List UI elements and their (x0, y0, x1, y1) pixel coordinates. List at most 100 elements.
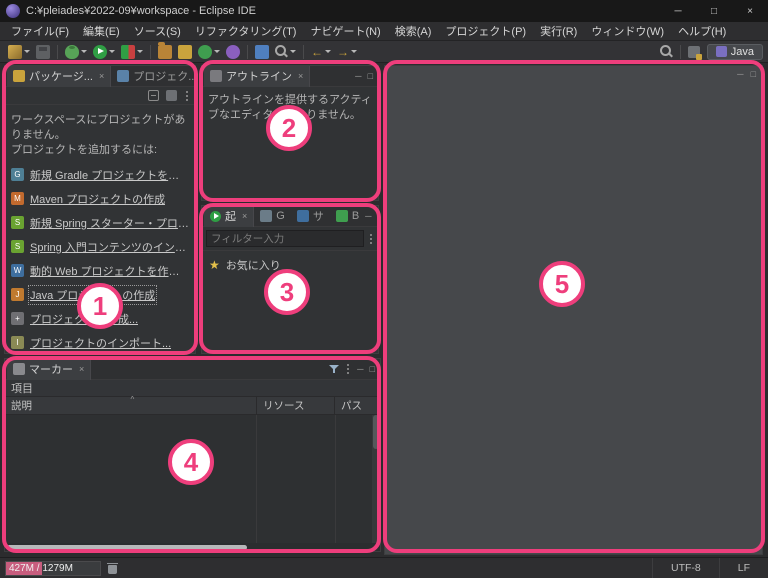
tab-markers[interactable]: マーカー × (7, 359, 91, 380)
menu-item-help[interactable]: ヘルプ(H) (671, 23, 733, 39)
filter-input[interactable] (206, 230, 364, 247)
quick-search-button[interactable] (658, 43, 675, 61)
favorites-item[interactable]: ★ お気に入り (202, 251, 378, 279)
back-history-button[interactable]: ← (309, 43, 333, 61)
tab-gradle-tasks[interactable]: G (254, 206, 291, 227)
menu-item-run[interactable]: 実行(R) (533, 23, 584, 39)
toolbar-right-group: Java (657, 43, 763, 61)
maximize-view-icon[interactable]: □ (378, 211, 379, 221)
menu-item-file[interactable]: ファイル(F) (4, 23, 76, 39)
markers-icon (13, 363, 25, 375)
vertical-scrollbar[interactable] (372, 415, 380, 543)
open-perspective-button[interactable] (686, 43, 702, 61)
menu-item-navigate[interactable]: ナビゲート(N) (303, 23, 387, 39)
eclipse-logo-icon (6, 4, 20, 18)
menu-item-window[interactable]: ウィンドウ(W) (584, 23, 671, 39)
dropdown-arrow-icon (290, 50, 296, 53)
empty-message-line2: プロジェクトを追加するには: (11, 143, 189, 158)
new-package-button[interactable] (176, 43, 194, 61)
outline-empty-message: アウトラインを提供するアクティブなエディターがありません。 (202, 87, 378, 130)
column-description[interactable]: 説明 ^ (5, 397, 257, 414)
maximize-window-button[interactable]: □ (696, 0, 732, 22)
search-icon (660, 45, 673, 58)
open-type-button[interactable] (253, 43, 271, 61)
link-new-gradle-project[interactable]: G 新規 Gradle プロジェクトを作成します (11, 167, 189, 183)
close-tab-icon[interactable]: × (298, 71, 303, 81)
new-wizard-button[interactable] (6, 43, 32, 61)
minimize-view-icon[interactable]: ─ (357, 364, 363, 374)
tab-boot-dashboard[interactable]: B (330, 206, 365, 227)
run-garbage-collector-button[interactable] (105, 561, 119, 576)
link-import-spring-getting-started[interactable]: S Spring 入門コンテンツのインポート (11, 239, 189, 255)
close-tab-icon[interactable]: × (242, 211, 247, 221)
minimize-view-icon[interactable]: ─ (355, 71, 361, 81)
horizontal-scrollbar[interactable] (5, 543, 380, 551)
minimize-window-button[interactable]: ─ (660, 0, 696, 22)
package-explorer-body: ワークスペースにプロジェクトがありません。 プロジェクトを追加するには: G 新… (5, 105, 195, 353)
tab-label: G (276, 210, 285, 222)
toolbar-separator (680, 45, 681, 59)
heap-used: 427M (9, 563, 34, 574)
dropdown-arrow-icon (351, 50, 357, 53)
java-perspective-button[interactable]: Java (707, 44, 763, 60)
link-create-project[interactable]: + プロジェクトの作成... (11, 311, 189, 327)
filter-funnel-icon[interactable] (329, 364, 339, 374)
maximize-view-icon[interactable]: □ (370, 364, 375, 374)
save-button[interactable] (34, 43, 52, 61)
run-play-icon (93, 45, 107, 59)
link-create-java-project[interactable]: J Java プロジェクトの作成 (11, 287, 189, 303)
close-tab-icon[interactable]: × (79, 364, 84, 374)
link-with-editor-icon[interactable] (166, 90, 177, 101)
interface-icon (226, 45, 240, 59)
tab-launch-configurations[interactable]: 起 × (204, 206, 254, 227)
maximize-view-icon[interactable]: □ (751, 69, 756, 79)
gradle-icon: G (11, 168, 24, 181)
view-menu-icon[interactable] (370, 238, 372, 240)
new-interface-button[interactable] (224, 43, 242, 61)
dropdown-arrow-icon (137, 50, 143, 53)
minimize-view-icon[interactable]: ─ (737, 69, 743, 79)
tab-package-explorer[interactable]: パッケージ... × (7, 66, 111, 87)
forward-history-button[interactable]: → (335, 43, 359, 61)
menu-item-refactor[interactable]: リファクタリング(T) (188, 23, 304, 39)
menu-item-search[interactable]: 検索(A) (388, 23, 439, 39)
heap-status-indicator: 427M / 1279M (5, 561, 101, 576)
toolbar-separator (303, 45, 304, 59)
link-import-projects[interactable]: I プロジェクトのインポート... (11, 335, 189, 351)
search-button[interactable] (273, 43, 298, 61)
scrollbar-thumb[interactable] (7, 545, 247, 550)
menu-item-edit[interactable]: 編集(E) (76, 23, 127, 39)
view-window-controls: ─ □ (355, 71, 378, 81)
run-button[interactable] (91, 43, 117, 61)
collapse-all-icon[interactable] (148, 90, 159, 101)
column-path[interactable]: パス (335, 397, 380, 414)
link-create-maven-project[interactable]: M Maven プロジェクトの作成 (11, 191, 189, 207)
link-create-dynamic-web-project[interactable]: W 動的 Web プロジェクトを作成します (11, 263, 189, 279)
link-new-spring-starter-project[interactable]: S 新規 Spring スターター・プロジェクトの作成 (11, 215, 189, 231)
sort-ascending-icon: ^ (131, 395, 135, 404)
maximize-view-icon[interactable]: □ (368, 71, 373, 81)
close-tab-icon[interactable]: × (99, 71, 104, 81)
close-window-button[interactable]: × (732, 0, 768, 22)
view-menu-icon[interactable] (186, 95, 188, 97)
new-java-project-button[interactable] (156, 43, 174, 61)
package-icon (178, 45, 192, 59)
tab-outline[interactable]: アウトライン × (204, 66, 310, 87)
view-menu-icon[interactable] (347, 368, 349, 370)
menu-item-source[interactable]: ソース(S) (127, 23, 188, 39)
encoding-indicator[interactable]: UTF-8 (652, 558, 719, 578)
save-icon (36, 45, 50, 59)
launch-tabstrip: 起 × G サ B ─ □ (202, 206, 378, 227)
line-ending-indicator[interactable]: LF (719, 558, 768, 578)
debug-button[interactable] (63, 43, 89, 61)
scrollbar-thumb[interactable] (373, 415, 379, 449)
tab-servers[interactable]: サ (291, 206, 330, 227)
minimize-view-icon[interactable]: ─ (365, 211, 371, 221)
new-class-button[interactable] (196, 43, 222, 61)
column-resource[interactable]: リソース (257, 397, 335, 414)
coverage-button[interactable] (119, 43, 145, 61)
tab-project-explorer[interactable]: プロジェク... (111, 66, 196, 87)
menu-item-project[interactable]: プロジェクト(P) (438, 23, 533, 39)
markers-column-headers: 説明 ^ リソース パス (5, 397, 380, 415)
main-toolbar: ← → Java (0, 41, 768, 63)
